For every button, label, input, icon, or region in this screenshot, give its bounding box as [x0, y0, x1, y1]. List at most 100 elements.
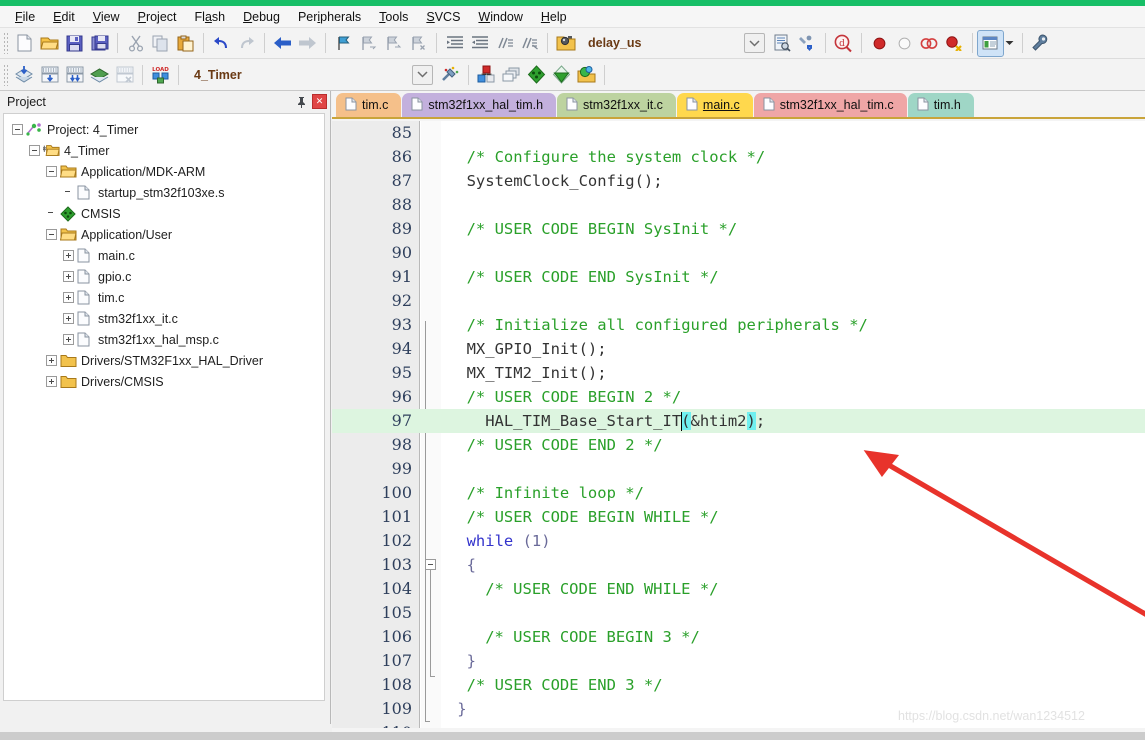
code-line[interactable]: 100/* Infinite loop */ — [332, 481, 1145, 505]
comment-icon[interactable] — [492, 31, 517, 56]
code-line[interactable]: 105 — [332, 601, 1145, 625]
bookmark-toggle-icon[interactable] — [331, 31, 356, 56]
pin-icon[interactable] — [294, 94, 309, 109]
disable-breakpoint-icon[interactable] — [892, 31, 917, 56]
menu-item-flash[interactable]: Flash — [186, 8, 235, 26]
stop-build-icon[interactable] — [112, 62, 137, 87]
open-file-icon[interactable] — [37, 31, 62, 56]
collapse-icon[interactable] — [12, 124, 23, 135]
code-line[interactable]: 96/* USER CODE BEGIN 2 */ — [332, 385, 1145, 409]
code-line[interactable]: 90 — [332, 241, 1145, 265]
target-combo-dropdown[interactable] — [412, 65, 433, 85]
tree-item[interactable]: main.c — [4, 245, 324, 266]
save-all-icon[interactable] — [87, 31, 112, 56]
uncomment-icon[interactable] — [517, 31, 542, 56]
expand-icon[interactable] — [63, 313, 74, 324]
bookmark-prev-icon[interactable] — [356, 31, 381, 56]
insert-breakpoint-icon[interactable] — [867, 31, 892, 56]
manage-components-icon[interactable] — [474, 62, 499, 87]
menu-item-file[interactable]: File — [6, 8, 44, 26]
collapse-icon[interactable] — [46, 166, 57, 177]
code-line[interactable]: 98/* USER CODE END 2 */ — [332, 433, 1145, 457]
editor-tab-main-c[interactable]: main.c — [677, 93, 753, 117]
code-line[interactable]: 94MX_GPIO_Init(); — [332, 337, 1145, 361]
layout-dropdown-icon[interactable] — [1003, 31, 1017, 56]
menu-item-debug[interactable]: Debug — [234, 8, 289, 26]
collapse-icon[interactable] — [29, 145, 40, 156]
tree-item[interactable]: Project: 4_Timer — [4, 119, 324, 140]
disable-all-breakpoints-icon[interactable] — [917, 31, 942, 56]
menu-item-window[interactable]: Window — [469, 8, 531, 26]
browse-symbols-icon[interactable] — [770, 31, 795, 56]
code-line[interactable]: 108/* USER CODE END 3 */ — [332, 673, 1145, 697]
code-line[interactable]: 104/* USER CODE END WHILE */ — [332, 577, 1145, 601]
tree-item[interactable]: stm32f1xx_it.c — [4, 308, 324, 329]
editor-tab-tim-c[interactable]: tim.c — [336, 93, 401, 117]
function-combo[interactable]: delay_us — [578, 36, 652, 50]
target-combo[interactable]: 4_Timer — [184, 68, 252, 82]
code-line[interactable]: 86/* Configure the system clock */ — [332, 145, 1145, 169]
code-line[interactable]: 101/* USER CODE BEGIN WHILE */ — [332, 505, 1145, 529]
expand-icon[interactable] — [63, 292, 74, 303]
navigate-forward-icon[interactable] — [295, 31, 320, 56]
code-line[interactable]: 85 — [332, 121, 1145, 145]
tree-item[interactable]: startup_stm32f103xe.s — [4, 182, 324, 203]
new-file-icon[interactable] — [12, 31, 37, 56]
find-in-files-icon[interactable] — [553, 31, 578, 56]
code-line[interactable]: 97HAL_TIM_Base_Start_IT(&htim2); — [332, 409, 1145, 433]
find-target-icon[interactable]: d — [831, 31, 856, 56]
tree-item[interactable]: gpio.c — [4, 266, 324, 287]
navigate-back-icon[interactable] — [270, 31, 295, 56]
code-line[interactable]: 103{ — [332, 553, 1145, 577]
undo-icon[interactable] — [209, 31, 234, 56]
indent-icon[interactable] — [442, 31, 467, 56]
expand-icon[interactable] — [46, 376, 57, 387]
menu-item-tools[interactable]: Tools — [370, 8, 417, 26]
cut-icon[interactable] — [123, 31, 148, 56]
tree-item[interactable]: Drivers/STM32F1xx_HAL_Driver — [4, 350, 324, 371]
tree-item[interactable]: CMSIS — [4, 203, 324, 224]
code-line[interactable]: 87SystemClock_Config(); — [332, 169, 1145, 193]
code-line[interactable]: 95MX_TIM2_Init(); — [332, 361, 1145, 385]
collapse-icon[interactable] — [46, 229, 57, 240]
build-icon[interactable] — [37, 62, 62, 87]
code-line[interactable]: 92 — [332, 289, 1145, 313]
code-line[interactable]: 91/* USER CODE END SysInit */ — [332, 265, 1145, 289]
tree-item[interactable]: stm32f1xx_hal_msp.c — [4, 329, 324, 350]
load-icon[interactable]: LOAD — [148, 62, 173, 87]
tree-item[interactable]: tim.c — [4, 287, 324, 308]
menu-item-peripherals[interactable]: Peripherals — [289, 8, 370, 26]
toolbar-grip[interactable] — [2, 32, 9, 54]
configure-toolbar-icon[interactable] — [1028, 31, 1053, 56]
tree-item[interactable]: 4_Timer — [4, 140, 324, 161]
menu-item-edit[interactable]: Edit — [44, 8, 84, 26]
code-line[interactable]: 107} — [332, 649, 1145, 673]
code-line[interactable]: 93/* Initialize all configured periphera… — [332, 313, 1145, 337]
tree-item[interactable]: Application/User — [4, 224, 324, 245]
outdent-icon[interactable] — [467, 31, 492, 56]
manage-run-time-env-icon[interactable] — [574, 62, 599, 87]
kill-all-breakpoints-icon[interactable] — [942, 31, 967, 56]
expand-icon[interactable] — [63, 271, 74, 282]
paste-icon[interactable] — [173, 31, 198, 56]
redo-icon[interactable] — [234, 31, 259, 56]
window-layout-icon[interactable] — [978, 31, 1003, 56]
close-icon[interactable]: ✕ — [312, 94, 327, 109]
tree-item[interactable]: Drivers/CMSIS — [4, 371, 324, 392]
copy-icon[interactable] — [148, 31, 173, 56]
editor-tab-stm32f1xx-hal-tim-c[interactable]: stm32f1xx_hal_tim.c — [754, 93, 907, 117]
configure-debug-icon[interactable] — [795, 31, 820, 56]
expand-icon[interactable] — [63, 334, 74, 345]
expand-icon[interactable] — [63, 250, 74, 261]
manage-project-items-icon[interactable] — [549, 62, 574, 87]
bookmark-clear-icon[interactable] — [406, 31, 431, 56]
code-line[interactable]: 102while (1) — [332, 529, 1145, 553]
menu-item-svcs[interactable]: SVCS — [417, 8, 469, 26]
pack-installer-icon[interactable] — [524, 62, 549, 87]
code-editor[interactable]: 8586/* Configure the system clock */87Sy… — [332, 121, 1145, 728]
code-line[interactable]: 89/* USER CODE BEGIN SysInit */ — [332, 217, 1145, 241]
code-line[interactable]: 106/* USER CODE BEGIN 3 */ — [332, 625, 1145, 649]
project-tree[interactable]: Project: 4_Timer4_TimerApplication/MDK-A… — [3, 113, 325, 701]
batch-build-icon[interactable] — [87, 62, 112, 87]
bookmark-next-icon[interactable] — [381, 31, 406, 56]
